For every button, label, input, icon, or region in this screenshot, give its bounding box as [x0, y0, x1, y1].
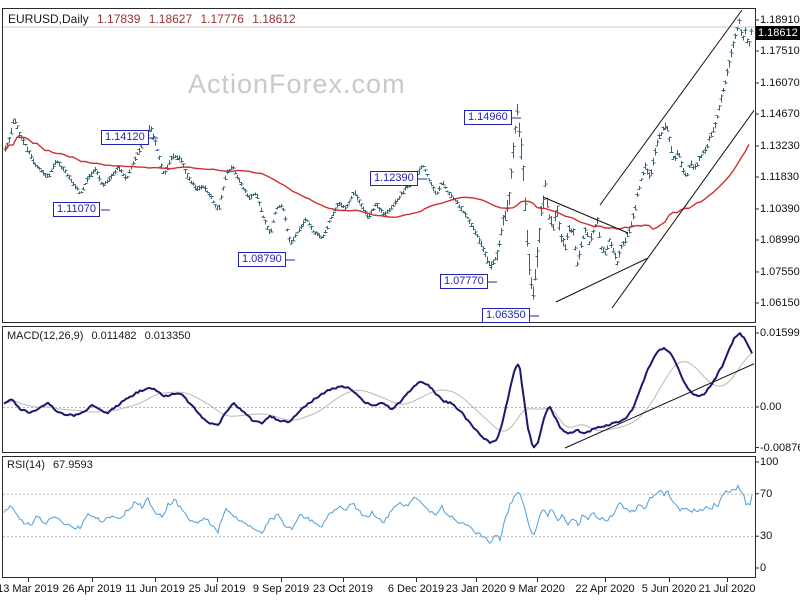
rsi-axis-label: 70	[760, 487, 773, 500]
ohlc-close: 1.18612	[252, 12, 296, 26]
trendline-3	[611, 109, 754, 309]
trendline-1	[555, 257, 649, 303]
price-annotation: 1.08790	[238, 252, 286, 267]
date-axis-label: 9 Mar 2020	[509, 583, 565, 595]
price-annotation: 1.06350	[482, 308, 530, 323]
date-axis-label: 25 Jul 2019	[188, 583, 246, 595]
price-axis-label: 1.07550	[760, 265, 800, 278]
macd-axis-label: -0.00876	[760, 441, 800, 454]
chart-symbol-timeframe: EURUSD,Daily	[8, 12, 89, 26]
rsi-axis-label: 30	[760, 530, 773, 543]
date-axis-label: 23 Jan 2020	[445, 583, 507, 595]
date-axis-label: 26 Apr 2019	[62, 583, 122, 595]
macd-signal-value: 0.013350	[144, 330, 191, 342]
watermark-text: ActionForex.com	[188, 69, 406, 99]
ohlc-high: 1.18627	[148, 12, 193, 26]
rsi-axis-label: 0	[760, 562, 767, 574]
date-axis-label: 13 Mar 2019	[0, 583, 59, 595]
date-axis-label: 21 Jul 2020	[698, 583, 756, 595]
price-annotation: 1.14960	[464, 110, 512, 125]
date-axis-label: 6 Dec 2019	[387, 583, 445, 595]
price-axis-label: 1.14670	[760, 108, 800, 121]
rsi-axis-label: 100	[760, 456, 779, 468]
ohlc-open: 1.17839	[97, 12, 141, 26]
macd-axis-label: 0.015991	[760, 326, 800, 339]
ohlc-bars	[3, 18, 754, 300]
price-axis-label: 1.18910	[760, 14, 800, 26]
chart-title: EURUSD,Daily 1.17839 1.18627 1.17776 1.1…	[8, 12, 296, 26]
ohlc-low: 1.17776	[200, 12, 244, 26]
rsi-value: 67.9593	[52, 459, 93, 471]
macd-indicator-label: MACD(12,26,9) 0.011482 0.013350	[7, 330, 191, 342]
chart-window: EURUSD,Daily 1.17839 1.18627 1.17776 1.1…	[0, 0, 800, 600]
price-annotation: 1.07770	[440, 274, 488, 289]
price-annotation: 1.12390	[370, 171, 418, 186]
macd-panel-border	[2, 326, 756, 453]
date-axis-label: 11 Jun 2019	[125, 583, 185, 595]
price-axis-label: 1.06150	[760, 297, 800, 309]
price-annotation: 1.11070	[53, 202, 100, 217]
price-axis-label: 1.16070	[760, 76, 800, 89]
macd-main-value: 0.011482	[91, 330, 137, 342]
date-axis-label: 5 Jun 2020	[641, 583, 697, 595]
price-axis-label: 1.17510	[760, 45, 800, 58]
macd-axis-label: 0.00	[760, 401, 782, 413]
price-axis-label: 1.10390	[760, 202, 800, 215]
macd-trendline	[564, 363, 754, 449]
current-price-tag: 1.18612	[756, 26, 800, 40]
rsi-indicator-label: RSI(14) 67.9593	[7, 459, 93, 471]
price-axis-label: 1.13230	[760, 139, 800, 152]
price-axis-label: 1.11830	[760, 171, 799, 184]
price-annotation: 1.14120	[101, 130, 149, 145]
macd-main-line	[3, 332, 753, 449]
date-axis-label: 22 Apr 2020	[575, 583, 635, 595]
date-axis-label: 23 Oct 2019	[313, 583, 373, 595]
date-axis-label: 9 Sep 2019	[252, 583, 310, 595]
trendline-2	[599, 9, 743, 206]
price-axis-label: 1.08990	[760, 234, 800, 246]
